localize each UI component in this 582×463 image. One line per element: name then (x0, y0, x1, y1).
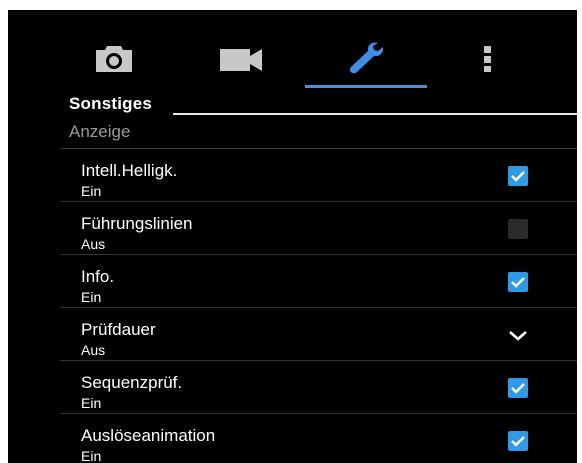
more-vertical-icon (484, 46, 491, 72)
setting-value: Aus (81, 342, 106, 358)
checkmark-icon (511, 436, 525, 447)
setting-row[interactable]: Prüfdauer Aus (60, 308, 577, 361)
tab-video[interactable] (198, 10, 278, 90)
tab-bar (8, 10, 577, 90)
setting-checkbox[interactable] (508, 431, 528, 451)
setting-checkbox[interactable] (508, 272, 528, 292)
setting-title: Sequenzprüf. (81, 373, 183, 392)
section-header: Sonstiges (69, 94, 577, 120)
setting-value: Ein (81, 448, 102, 463)
video-icon (220, 49, 262, 71)
section-title: Sonstiges (69, 94, 153, 113)
active-tab-indicator (305, 85, 427, 88)
setting-checkbox[interactable] (508, 166, 528, 186)
setting-row[interactable]: Sequenzprüf. Ein (60, 361, 577, 414)
setting-row[interactable]: Auslöseanimation Ein (60, 414, 577, 463)
setting-value: Ein (81, 183, 102, 199)
tab-settings[interactable] (304, 10, 428, 90)
setting-title: Führungslinien (81, 214, 193, 233)
tab-camera[interactable] (76, 10, 156, 90)
section-underline (173, 113, 577, 115)
setting-title: Prüfdauer (81, 320, 156, 339)
setting-title: Info. (81, 267, 115, 286)
setting-value: Ein (81, 395, 102, 411)
setting-row[interactable]: Intell.Helligk. Ein (60, 149, 577, 202)
camera-settings-screen: Sonstiges Anzeige Intell.Helligk. Ein Führ… (8, 10, 577, 463)
setting-checkbox[interactable] (508, 378, 528, 398)
checkmark-icon (511, 171, 525, 182)
setting-value: Aus (81, 236, 106, 252)
setting-value: Ein (81, 289, 102, 305)
setting-title: Intell.Helligk. (81, 161, 178, 180)
setting-row[interactable]: Info. Ein (60, 255, 577, 308)
chevron-down-icon (509, 331, 527, 341)
setting-row[interactable]: Führungslinien Aus (60, 202, 577, 255)
checkmark-icon (511, 277, 525, 288)
wrench-icon (349, 42, 384, 74)
setting-dropdown[interactable] (508, 325, 528, 345)
tab-more[interactable] (458, 10, 518, 90)
camera-icon (96, 46, 132, 72)
checkmark-icon (511, 383, 525, 394)
setting-checkbox[interactable] (508, 219, 528, 239)
category-label: Anzeige (69, 122, 131, 141)
setting-title: Auslöseanimation (81, 426, 216, 445)
